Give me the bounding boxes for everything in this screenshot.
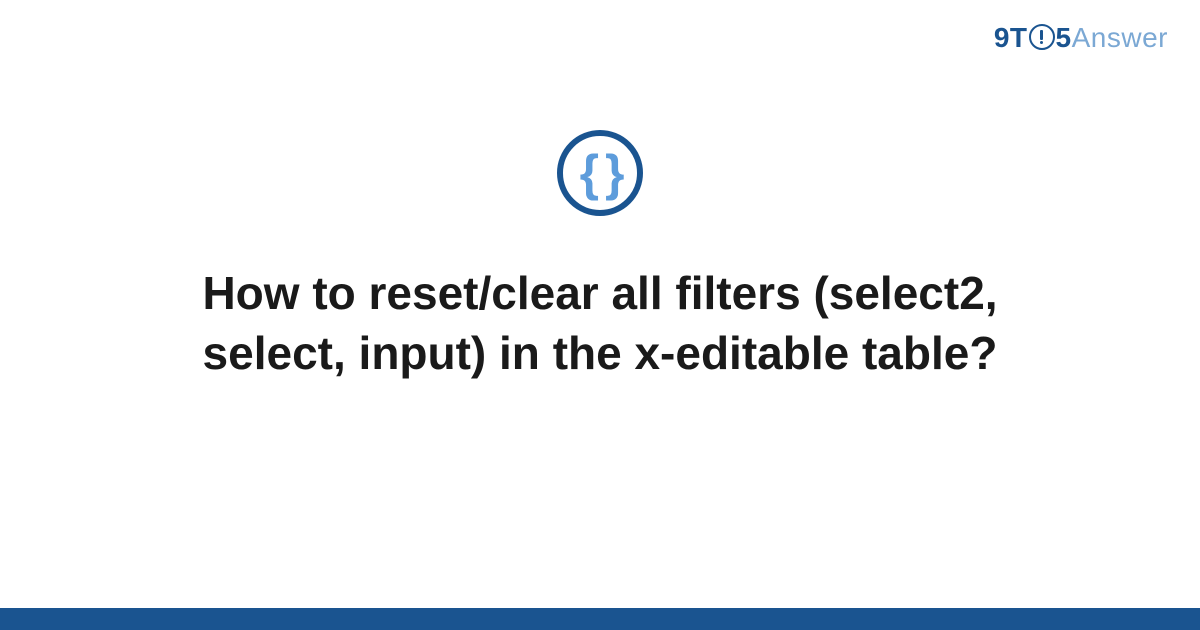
logo-text-9t: 9T xyxy=(994,22,1028,54)
logo-text-answer: Answer xyxy=(1072,22,1168,54)
footer-bar xyxy=(0,608,1200,630)
main-content: { } How to reset/clear all filters (sele… xyxy=(0,130,1200,384)
question-title: How to reset/clear all filters (select2,… xyxy=(120,264,1080,384)
site-logo: 9T 5 Answer xyxy=(994,22,1168,54)
logo-text-5: 5 xyxy=(1056,22,1072,54)
brace-symbol: { } xyxy=(580,148,621,198)
logo-clock-icon xyxy=(1029,24,1055,50)
code-braces-icon: { } xyxy=(557,130,643,216)
